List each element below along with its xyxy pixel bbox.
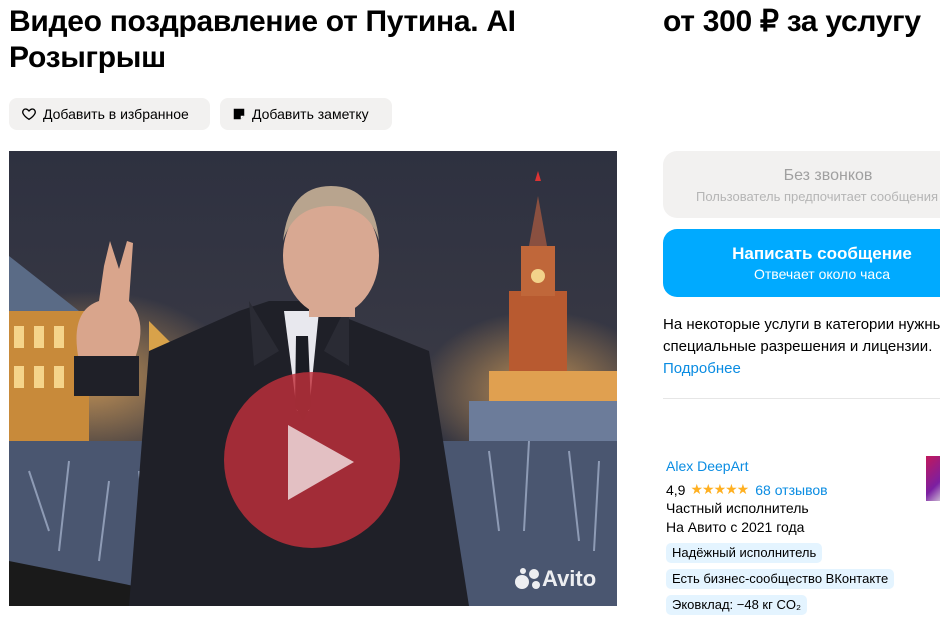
- divider: [663, 398, 940, 399]
- video-preview[interactable]: Avito: [9, 151, 617, 606]
- play-icon[interactable]: [222, 370, 402, 550]
- heart-icon: [22, 108, 36, 121]
- seller-avatar[interactable]: [926, 456, 940, 501]
- note-icon: [233, 108, 245, 120]
- seller-badge-eco[interactable]: Эковклад: −48 кг CO₂: [666, 595, 808, 615]
- no-calls-title: Без звонков: [783, 167, 873, 184]
- listing-price: от 300 ₽ за услугу: [663, 5, 921, 38]
- more-info-link[interactable]: Подробнее: [663, 360, 741, 377]
- seller-name-link[interactable]: Alex DeepArt: [666, 458, 748, 474]
- avito-logo-icon: [515, 568, 540, 589]
- rating-value: 4,9: [666, 481, 686, 498]
- seller-type: Частный исполнитель: [666, 500, 809, 516]
- add-to-favorites-label: Добавить в избранное: [43, 106, 189, 122]
- no-calls-panel: Без звонков Пользователь предпочитает со…: [663, 151, 940, 218]
- write-message-subtitle: Отвечает около часа: [753, 266, 891, 282]
- avito-watermark: Avito: [514, 566, 596, 592]
- reviews-link[interactable]: 68 отзывов: [755, 482, 827, 498]
- seller-badge-vk-community[interactable]: Есть бизнес-сообщество ВКонтакте: [666, 569, 895, 589]
- license-notice-line1: На некоторые услуги в категории нужны: [663, 316, 940, 333]
- license-notice-line2: специальные разрешения и лицензии.: [663, 338, 933, 355]
- write-message-button[interactable]: Написать сообщение Отвечает около часа: [663, 229, 940, 297]
- add-note-label: Добавить заметку: [252, 106, 369, 122]
- listing-title: Видео поздравление от Путина. AI Розыгры…: [9, 5, 516, 74]
- seller-since: На Авито с 2021 года: [666, 519, 805, 535]
- avito-watermark-text: Avito: [542, 566, 597, 591]
- rating-stars-icon: ★★★★★: [690, 481, 749, 497]
- add-note-button[interactable]: Добавить заметку: [220, 98, 392, 130]
- write-message-title: Написать сообщение: [732, 244, 912, 263]
- seller-badge-reliable[interactable]: Надёжный исполнитель: [666, 543, 823, 563]
- add-to-favorites-button[interactable]: Добавить в избранное: [9, 98, 210, 130]
- license-notice: На некоторые услуги в категории нужны сп…: [663, 314, 940, 380]
- no-calls-subtitle: Пользователь предпочитает сообщения: [696, 189, 939, 204]
- seller-rating: 4,9 ★★★★★ 68 отзывов: [666, 481, 828, 498]
